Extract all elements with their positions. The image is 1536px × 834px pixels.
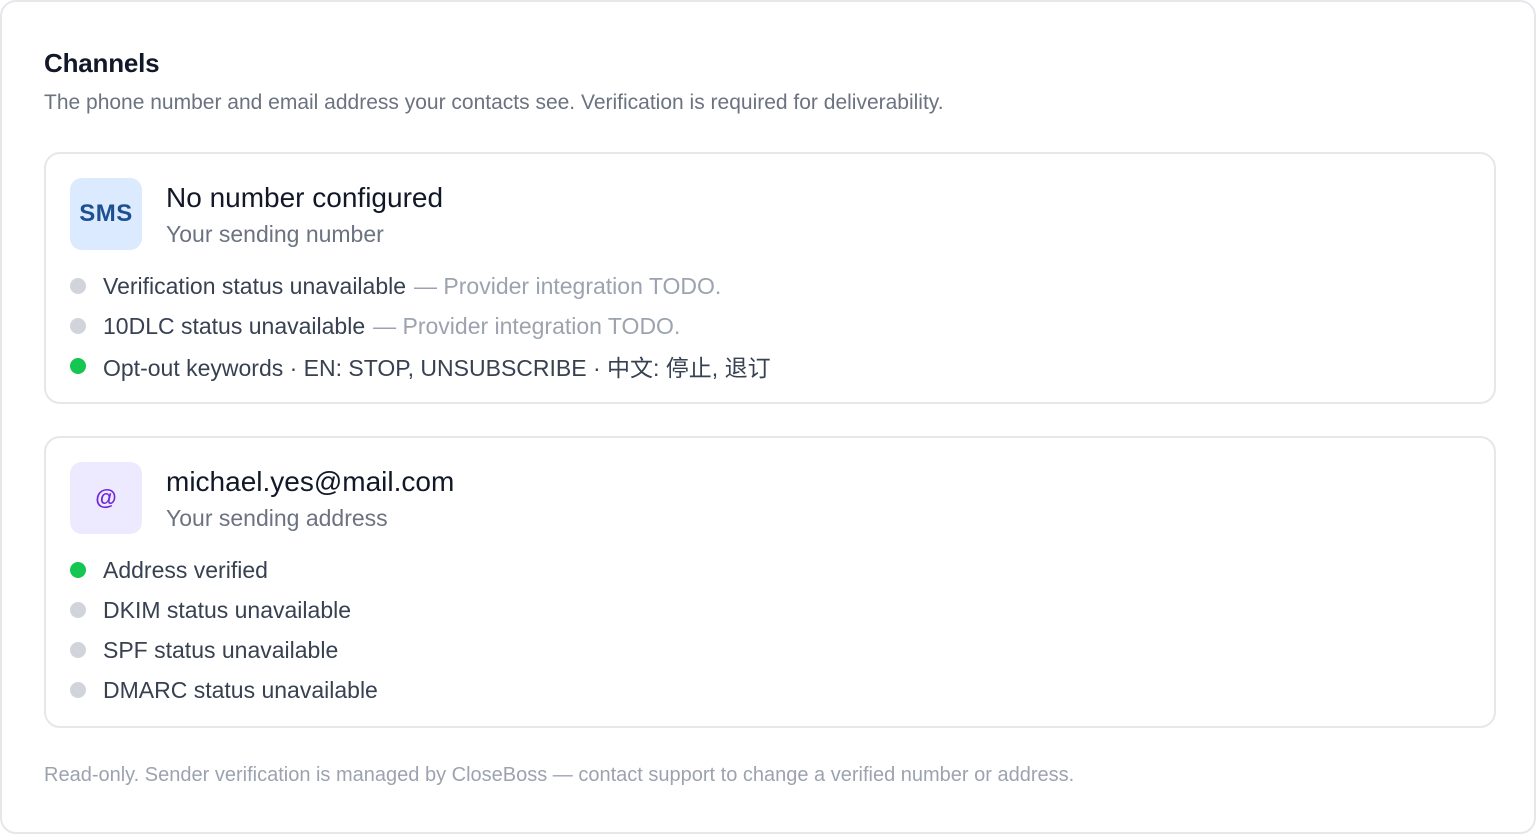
page-subtitle: The phone number and email address your … <box>44 91 944 114</box>
email-status-verified: Address verified <box>70 550 378 590</box>
sms-status-10dlc: 10DLC status unavailable — Provider inte… <box>70 306 771 346</box>
page-title: Channels <box>44 48 160 78</box>
status-dot-icon <box>70 358 86 374</box>
email-address-title: michael.yes@mail.com <box>166 466 455 497</box>
status-label: DKIM status unavailable <box>103 596 352 623</box>
sms-icon: SMS <box>70 178 142 250</box>
email-status-spf: SPF status unavailable <box>70 630 378 670</box>
sms-number-subtitle: Your sending number <box>166 221 384 247</box>
status-label: SPF status unavailable <box>103 636 339 663</box>
sms-status-verification: Verification status unavailable — Provid… <box>70 266 771 306</box>
sms-channel-card: SMS No number configured Your sending nu… <box>44 152 1496 404</box>
sms-status-opt-out: Opt-out keywords · EN: STOP, UNSUBSCRIBE… <box>70 346 771 386</box>
status-label: 10DLC status unavailable <box>103 312 366 339</box>
sms-number-title: No number configured <box>166 182 444 213</box>
status-label: Verification status unavailable <box>103 272 407 299</box>
status-dot-icon <box>70 642 86 658</box>
email-status-dmarc: DMARC status unavailable <box>70 670 378 710</box>
status-dot-icon <box>70 562 86 578</box>
email-address-subtitle: Your sending address <box>166 505 388 531</box>
status-dot-icon <box>70 278 86 294</box>
status-label: Opt-out keywords · EN: STOP, UNSUBSCRIBE… <box>103 355 771 381</box>
sms-status-list: Verification status unavailable — Provid… <box>70 266 771 386</box>
status-note: — Provider integration TODO. <box>373 312 681 339</box>
email-channel-card: @ michael.yes@mail.com Your sending addr… <box>44 436 1496 728</box>
status-label: DMARC status unavailable <box>103 676 378 703</box>
status-dot-icon <box>70 318 86 334</box>
status-dot-icon <box>70 682 86 698</box>
status-dot-icon <box>70 602 86 618</box>
channels-panel: Channels The phone number and email addr… <box>0 0 1536 834</box>
status-note: — Provider integration TODO. <box>414 272 722 299</box>
email-status-list: Address verified DKIM status unavailable… <box>70 550 378 710</box>
email-status-dkim: DKIM status unavailable <box>70 590 378 630</box>
read-only-footer-note: Read-only. Sender verification is manage… <box>44 764 1075 786</box>
status-label: Address verified <box>103 556 268 583</box>
at-sign-icon: @ <box>70 462 142 534</box>
